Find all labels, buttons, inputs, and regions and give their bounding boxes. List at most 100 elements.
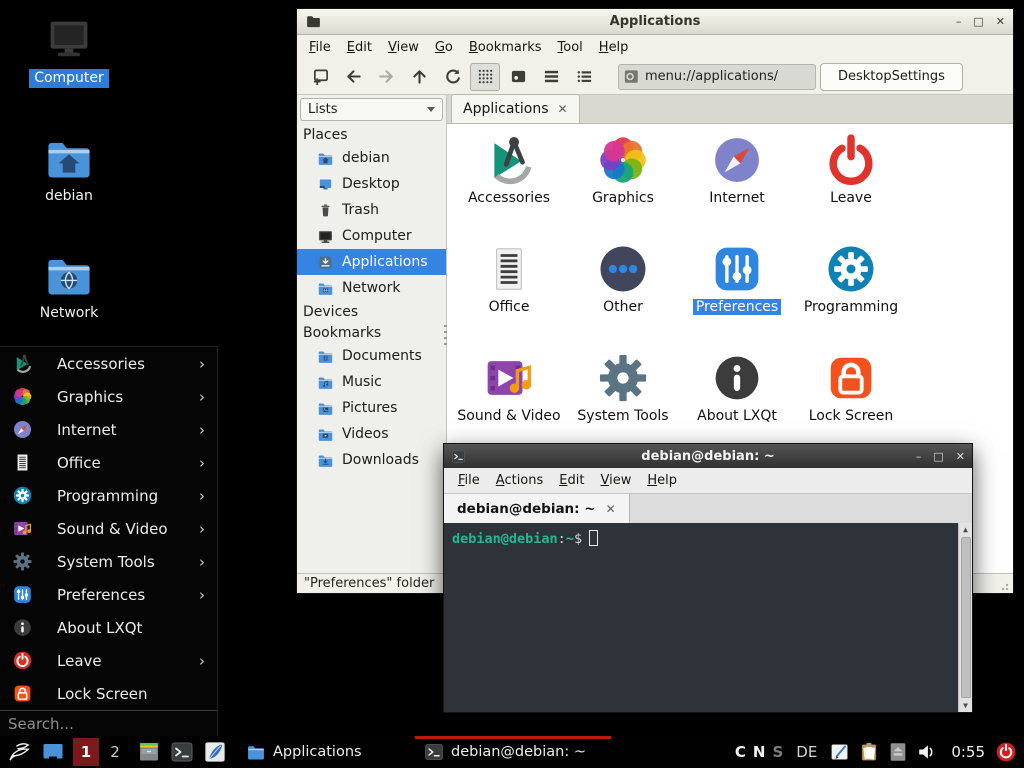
- desktop-icon-debian[interactable]: debian: [16, 132, 122, 206]
- sidebar-item-videos[interactable]: Videos: [297, 421, 446, 447]
- fm-menu-tool[interactable]: Tool: [550, 37, 591, 58]
- sidebar-mode-selector[interactable]: Lists: [300, 98, 443, 121]
- resize-grip[interactable]: [1001, 581, 1011, 591]
- quicklaunch-featherpad[interactable]: [203, 740, 227, 764]
- minimize-button[interactable]: –: [956, 16, 962, 27]
- menu-item-graphics[interactable]: Graphics›: [0, 380, 217, 413]
- sidebar-item-network[interactable]: Network: [297, 275, 446, 301]
- fm-menu-bookmarks[interactable]: Bookmarks: [461, 37, 550, 58]
- terminal-menu-view[interactable]: View: [592, 470, 639, 491]
- refresh-button[interactable]: [437, 63, 467, 91]
- task-button-2[interactable]: debian@debian: ~: [415, 736, 611, 768]
- tray-eject[interactable]: [887, 741, 909, 763]
- scroll-down-icon[interactable]: ▼: [963, 699, 968, 712]
- app-category-accessories[interactable]: Accessories: [452, 133, 566, 242]
- detailed-list-view-button[interactable]: [536, 63, 566, 91]
- programming-icon: [824, 242, 878, 296]
- menu-item-lock-screen[interactable]: Lock Screen: [0, 677, 217, 710]
- scrollbar-thumb[interactable]: [961, 537, 971, 698]
- menu-item-sound-video[interactable]: Sound & Video›: [0, 512, 217, 545]
- menu-item-label: Lock Screen: [57, 685, 148, 703]
- maximize-button[interactable]: □: [973, 16, 983, 27]
- tray-clipboard[interactable]: [858, 741, 880, 763]
- tab-applications[interactable]: Applications ✕: [451, 94, 580, 123]
- maximize-button[interactable]: □: [933, 451, 943, 462]
- quicklaunch-qterminal[interactable]: [170, 740, 194, 764]
- menu-item-system-tools[interactable]: System Tools›: [0, 545, 217, 578]
- search-input[interactable]: [0, 715, 217, 733]
- sidebar-item-desktop[interactable]: Desktop: [297, 171, 446, 197]
- status-text: "Preferences" folder: [304, 576, 434, 591]
- compact-view-button[interactable]: [569, 63, 599, 91]
- window-title: debian@debian: ~: [444, 449, 972, 464]
- app-category-other[interactable]: Other: [566, 242, 680, 351]
- thumbnail-view-button[interactable]: [503, 63, 533, 91]
- terminal-tab[interactable]: debian@debian: ~ ✕: [444, 494, 630, 523]
- sidebar-item-trash[interactable]: Trash: [297, 197, 446, 223]
- scroll-up-icon[interactable]: ▲: [963, 523, 968, 536]
- tray-volume[interactable]: [916, 741, 938, 763]
- menu-item-leave[interactable]: Leave›: [0, 644, 217, 677]
- tab-close-icon[interactable]: ✕: [558, 103, 568, 115]
- menu-item-accessories[interactable]: Accessories›: [0, 347, 217, 380]
- app-category-leave[interactable]: Leave: [794, 133, 908, 242]
- show-desktop-button[interactable]: [41, 740, 65, 764]
- app-category-graphics[interactable]: Graphics: [566, 133, 680, 242]
- file-manager-titlebar[interactable]: Applications – □ ✕: [297, 9, 1013, 35]
- clock[interactable]: 0:55: [951, 743, 985, 761]
- sidebar-item-downloads[interactable]: Downloads: [297, 447, 446, 473]
- address-text[interactable]: menu://applications/: [645, 69, 778, 84]
- sidebar-item-music[interactable]: Music: [297, 369, 446, 395]
- menu-item-label: Sound & Video: [57, 520, 168, 538]
- power-button[interactable]: [995, 741, 1017, 763]
- fm-menu-help[interactable]: Help: [591, 37, 637, 58]
- menu-item-about-lxqt[interactable]: About LXQt: [0, 611, 217, 644]
- terminal-menu-actions[interactable]: Actions: [488, 470, 552, 491]
- task-button-1[interactable]: Applications: [237, 736, 405, 768]
- desktop-icon-network[interactable]: Network: [16, 249, 122, 323]
- app-category-preferences[interactable]: Preferences: [680, 242, 794, 351]
- forward-button[interactable]: [371, 63, 401, 91]
- app-category-programming[interactable]: Programming: [794, 242, 908, 351]
- back-button[interactable]: [338, 63, 368, 91]
- desktop-icon-computer[interactable]: Computer: [16, 14, 122, 88]
- sidebar-item-debian[interactable]: debian: [297, 145, 446, 171]
- app-category-office[interactable]: Office: [452, 242, 566, 351]
- tab-close-icon[interactable]: ✕: [606, 503, 616, 515]
- icon-view-button[interactable]: [470, 63, 500, 91]
- close-button[interactable]: ✕: [996, 16, 1005, 27]
- quicklaunch-file-manager[interactable]: [137, 740, 161, 764]
- tray-screenshot[interactable]: [829, 741, 851, 763]
- minimize-button[interactable]: –: [916, 451, 922, 462]
- terminal-menu-file[interactable]: File: [450, 470, 488, 491]
- sidebar-item-computer[interactable]: Computer: [297, 223, 446, 249]
- sound-video-icon: [482, 351, 536, 405]
- fm-menu-edit[interactable]: Edit: [339, 37, 380, 58]
- menu-item-programming[interactable]: Programming›: [0, 479, 217, 512]
- new-tab-button[interactable]: [305, 63, 335, 91]
- menu-item-office[interactable]: Office›: [0, 446, 217, 479]
- close-button[interactable]: ✕: [956, 451, 965, 462]
- sidebar-item-pictures[interactable]: Pictures: [297, 395, 446, 421]
- fm-menu-go[interactable]: Go: [427, 37, 461, 58]
- menu-item-internet[interactable]: Internet›: [0, 413, 217, 446]
- menu-item-preferences[interactable]: Preferences›: [0, 578, 217, 611]
- app-category-internet[interactable]: Internet: [680, 133, 794, 242]
- terminal-scrollbar[interactable]: ▲ ▼: [958, 523, 972, 712]
- terminal-menu-edit[interactable]: Edit: [551, 470, 592, 491]
- fm-menu-file[interactable]: File: [301, 37, 339, 58]
- keyboard-layout-indicator[interactable]: DE: [796, 743, 817, 761]
- main-menu-button[interactable]: [6, 739, 32, 765]
- terminal-menu-help[interactable]: Help: [639, 470, 685, 491]
- address-bar[interactable]: menu://applications/: [618, 64, 816, 90]
- sidebar-item-applications[interactable]: Applications: [297, 249, 446, 275]
- terminal-screen[interactable]: debian@debian:~$ ▲ ▼: [444, 523, 972, 712]
- workspace-2[interactable]: 2: [102, 738, 128, 766]
- path-segment-button[interactable]: DesktopSettings: [820, 63, 963, 91]
- up-button[interactable]: [404, 63, 434, 91]
- folder-network-icon: [317, 280, 334, 297]
- terminal-titlebar[interactable]: debian@debian: ~ – □ ✕: [444, 444, 972, 468]
- sidebar-item-documents[interactable]: Documents: [297, 343, 446, 369]
- fm-menu-view[interactable]: View: [380, 37, 427, 58]
- workspace-1[interactable]: 1: [73, 738, 99, 766]
